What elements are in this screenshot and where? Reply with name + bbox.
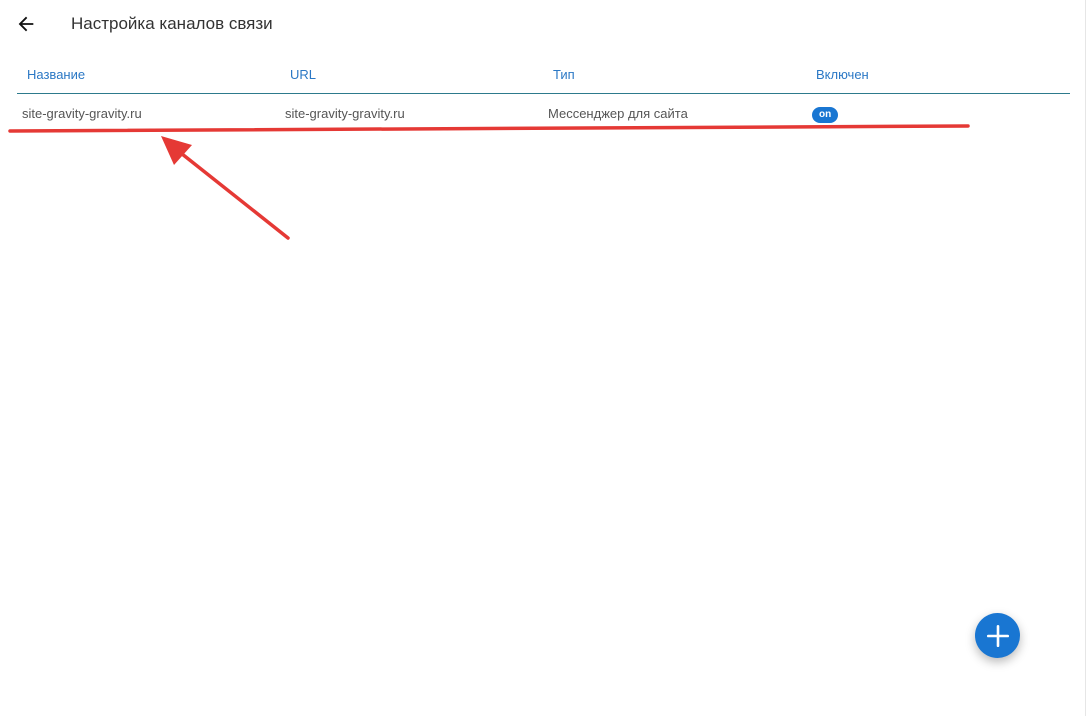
- plus-icon: [986, 624, 1009, 647]
- back-button[interactable]: [12, 10, 40, 38]
- enabled-toggle[interactable]: on: [812, 107, 839, 123]
- column-header-type[interactable]: Тип: [553, 67, 575, 82]
- cell-name: site-gravity-gravity.ru: [22, 106, 142, 121]
- channels-table: Название URL Тип Включен site-gravity-gr…: [17, 60, 1070, 132]
- channel-settings-page: Настройка каналов связи Название URL Тип…: [0, 0, 1086, 716]
- annotation-arrow-head: [161, 136, 192, 165]
- cell-enabled: on: [812, 105, 839, 123]
- arrow-left-icon: [18, 16, 34, 32]
- add-channel-button[interactable]: [975, 613, 1020, 658]
- table-row[interactable]: site-gravity-gravity.ru site-gravity-gra…: [17, 94, 1070, 132]
- table-header: Название URL Тип Включен: [17, 60, 1070, 94]
- column-header-url[interactable]: URL: [290, 67, 316, 82]
- cell-type: Мессенджер для сайта: [548, 106, 688, 121]
- cell-url: site-gravity-gravity.ru: [285, 106, 405, 121]
- column-header-name[interactable]: Название: [27, 67, 85, 82]
- page-title: Настройка каналов связи: [71, 14, 273, 33]
- column-header-enabled[interactable]: Включен: [816, 67, 869, 82]
- annotation-arrow-shaft: [170, 144, 290, 240]
- page-header: Настройка каналов связи: [0, 0, 1086, 52]
